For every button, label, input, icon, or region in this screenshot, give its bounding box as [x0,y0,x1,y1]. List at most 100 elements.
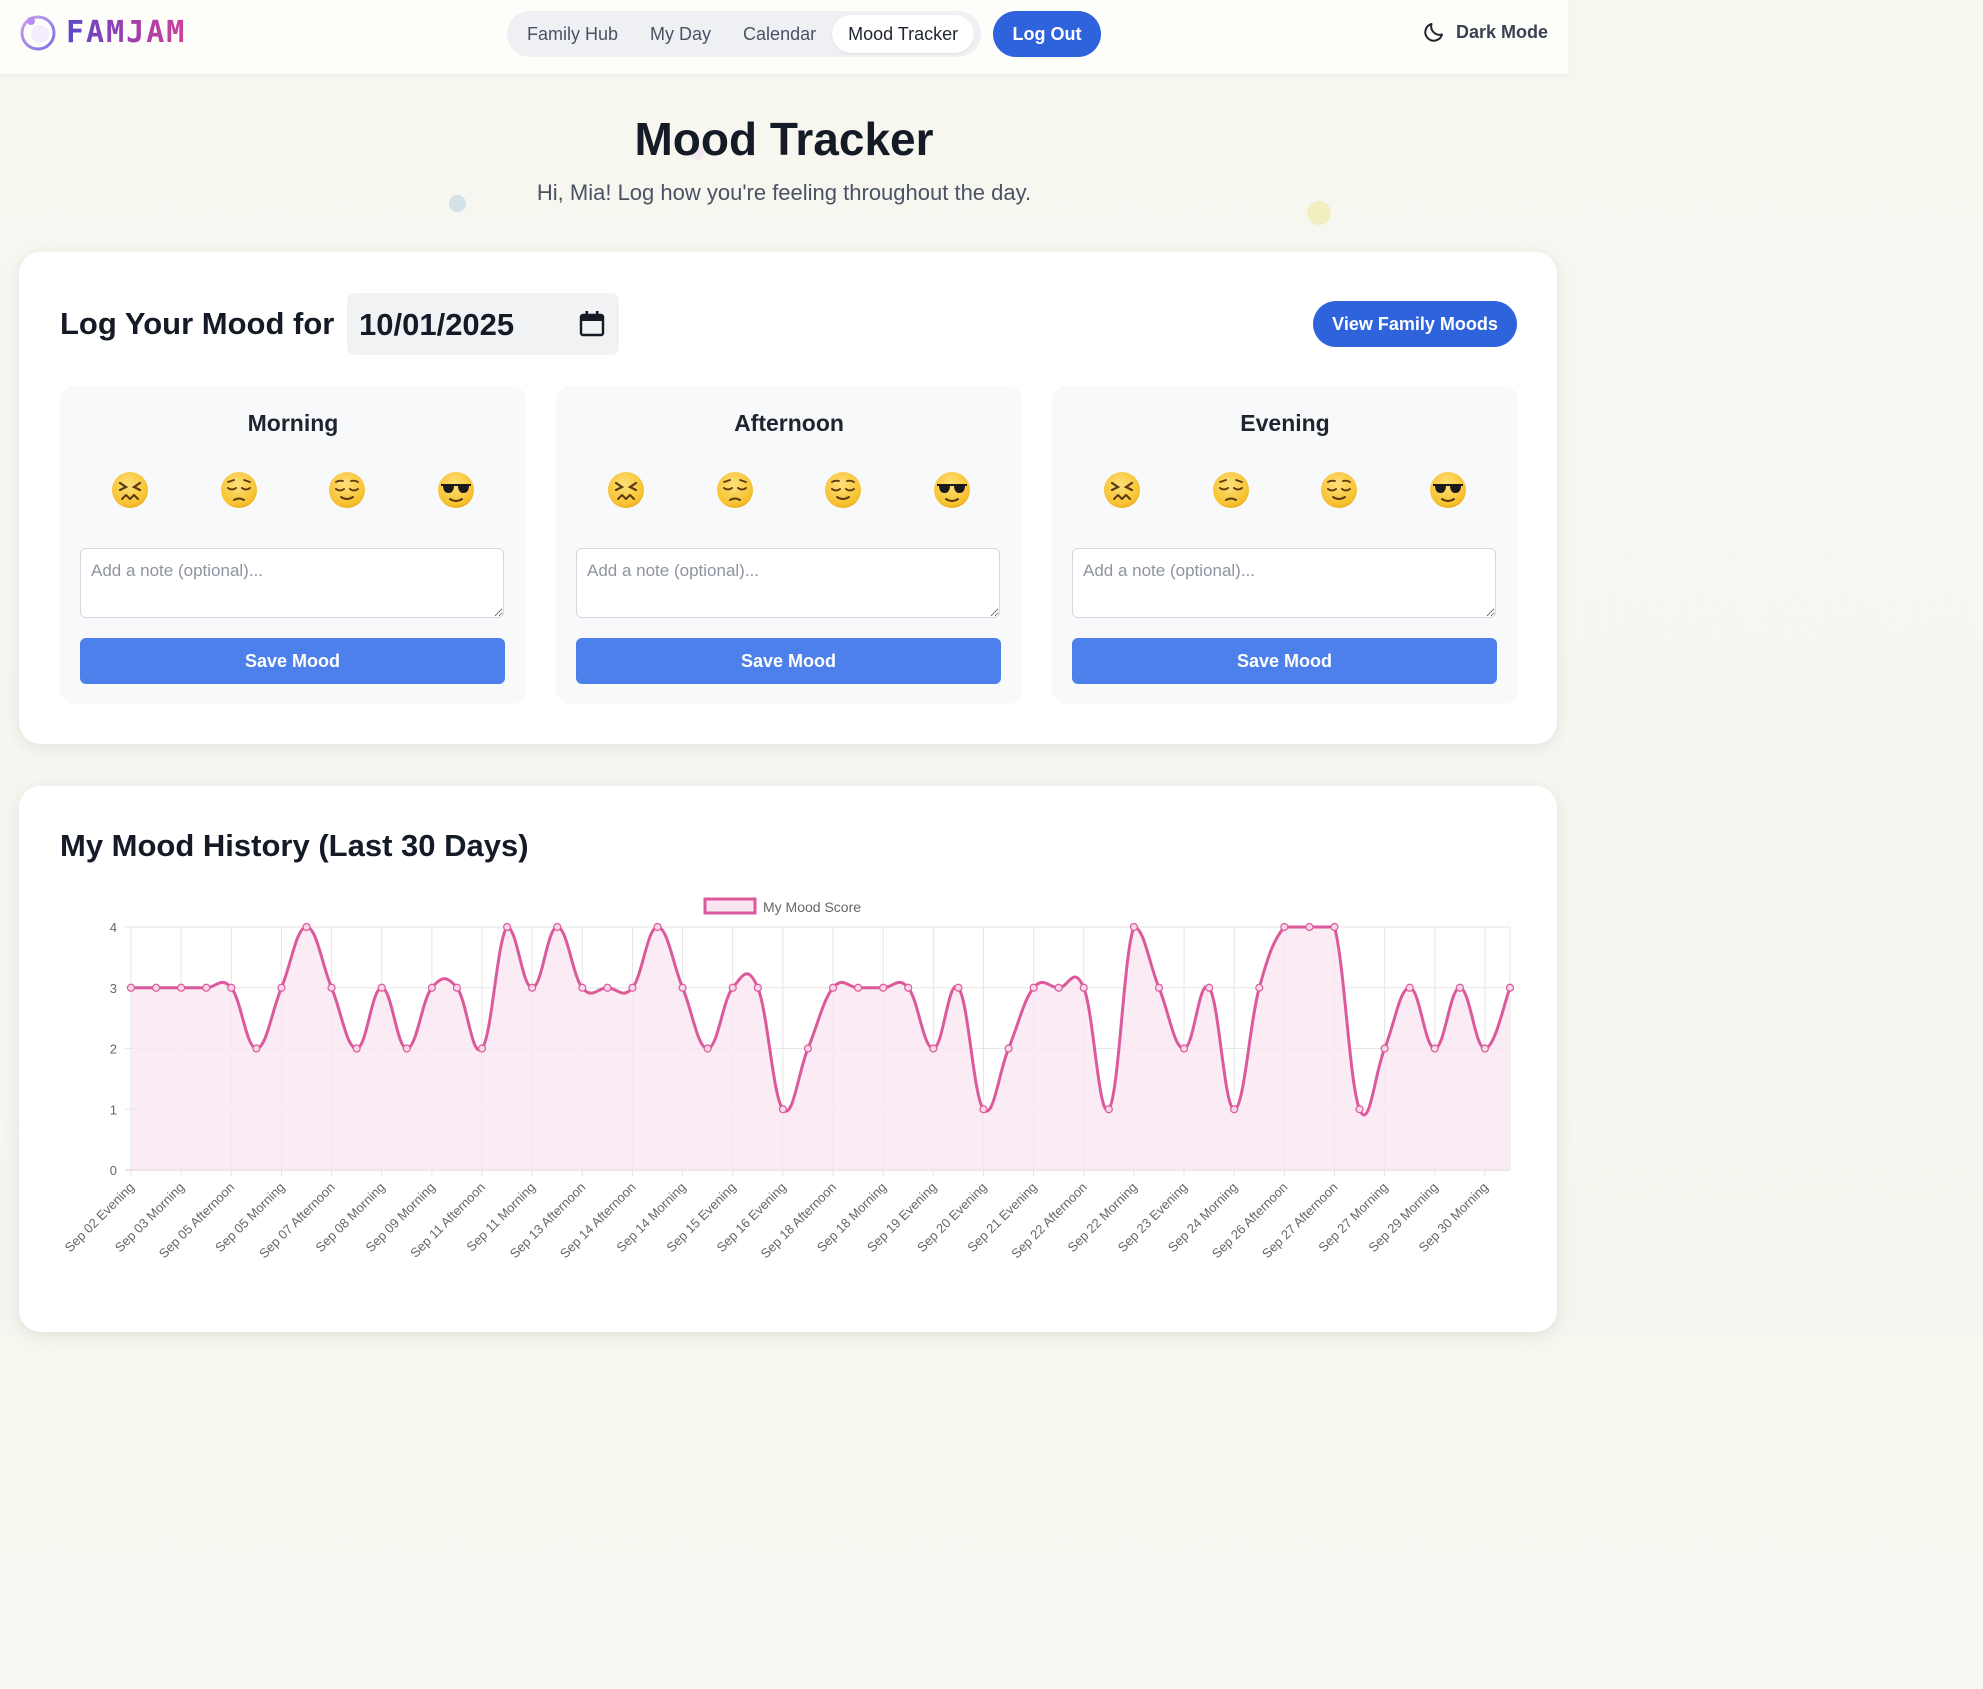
y-tick-label: 0 [110,1163,117,1178]
series-area [131,927,1510,1170]
confounded-face-icon[interactable] [606,470,646,510]
data-point [126,983,136,992]
data-point [502,922,512,932]
data-point [1255,983,1264,992]
data-point [578,983,587,992]
relieved-face-icon[interactable] [1319,470,1359,510]
data-point [728,983,737,992]
pensive-face-icon[interactable] [715,470,755,510]
data-point [227,983,236,992]
view-family-moods-button[interactable]: View Family Moods [1313,301,1517,347]
logo-swirl-icon [20,15,56,51]
data-point [1230,1105,1239,1114]
data-point [277,983,286,992]
mood-history-chart: 01234Sep 02 EveningSep 03 MorningSep 05 … [62,897,1515,1261]
data-point [151,983,161,992]
legend-label: My Mood Score [763,899,861,915]
emoji-row [584,470,994,510]
main-nav: Family Hub My Day Calendar Mood Tracker [507,11,981,57]
data-point [1455,983,1464,992]
data-point [252,1044,261,1053]
data-point [1179,1044,1189,1053]
nav-calendar[interactable]: Calendar [727,15,832,53]
data-point [302,922,311,932]
data-point [1330,922,1339,932]
data-point [1405,983,1414,992]
data-point [778,1105,787,1114]
confounded-face-icon[interactable] [110,470,150,510]
nav-my-day[interactable]: My Day [634,15,727,53]
data-point [628,983,637,992]
y-tick-label: 3 [110,981,117,996]
data-point [427,983,436,992]
page-subtitle: Hi, Mia! Log how you're feeling througho… [536,180,1032,205]
app-logo[interactable]: FAMJAM [18,12,186,52]
mood-note-input[interactable] [576,548,1000,618]
sunglasses-face-icon[interactable] [932,470,972,510]
mood-note-input[interactable] [80,548,504,618]
log-out-button[interactable]: Log Out [993,11,1101,57]
pensive-face-icon[interactable] [1211,470,1251,510]
data-point [477,1044,487,1053]
data-point [879,983,888,992]
mood-history-card: My Mood History (Last 30 Days) 0 1 2 3 4 Sep … [19,786,1557,1332]
data-point [402,1044,411,1053]
data-point [1280,922,1289,932]
emoji-row [1080,470,1490,510]
data-point [904,983,913,992]
data-point [528,983,537,992]
page-title: Mood Tracker [634,113,934,165]
data-point [1205,983,1214,992]
data-point [1079,983,1088,992]
dark-mode-label: Dark Mode [1455,21,1548,42]
save-mood-button[interactable]: Save Mood [1072,638,1497,684]
data-point [1305,922,1314,932]
log-mood-card: Log Your Mood for 10/01/2025 View Family… [19,252,1557,744]
period-title: Morning [247,410,339,436]
top-nav-bar: FAMJAM Family Hub My Day Calendar Mood T… [0,0,1568,75]
mood-note-input[interactable] [1072,548,1496,618]
morning-mood-panel: Morning Save Mood [60,386,526,704]
sunglasses-face-icon[interactable] [436,470,476,510]
period-title: Afternoon [734,410,844,436]
nav-family-hub[interactable]: Family Hub [511,15,634,53]
calendar-icon[interactable] [579,310,605,338]
data-point [603,983,612,992]
save-mood-button[interactable]: Save Mood [576,638,1001,684]
data-point [803,1044,813,1053]
data-point [1430,1044,1439,1053]
data-point [1004,1044,1013,1053]
data-point [854,983,863,992]
data-point [1355,1105,1364,1114]
afternoon-mood-panel: Afternoon Save Mood [556,386,1022,704]
data-point [1480,1044,1490,1053]
data-point [452,983,462,992]
mood-date-input[interactable]: 10/01/2025 [347,293,619,355]
data-point [202,983,211,992]
evening-mood-panel: Evening Save Mood [1052,386,1518,704]
data-point [1129,922,1139,932]
relieved-face-icon[interactable] [327,470,367,510]
data-point [1380,1044,1389,1053]
data-point [1154,983,1164,992]
nav-mood-tracker[interactable]: Mood Tracker [832,15,975,53]
pensive-face-icon[interactable] [219,470,259,510]
data-point [352,1044,361,1053]
data-point [703,1044,712,1053]
data-point [1104,1105,1113,1114]
data-point [653,922,662,932]
period-title: Evening [1240,410,1330,436]
sunglasses-face-icon[interactable] [1428,470,1468,510]
relieved-face-icon[interactable] [823,470,863,510]
data-point [753,983,762,992]
logo-text: FAMJAM [66,14,187,50]
dark-mode-toggle[interactable]: Dark Mode [1422,20,1548,44]
confounded-face-icon[interactable] [1102,470,1142,510]
data-point [929,1044,938,1053]
save-mood-button[interactable]: Save Mood [80,638,505,684]
data-point [678,983,687,992]
y-tick-label: 2 [110,1042,117,1057]
y-tick-label: 1 [110,1102,117,1117]
data-point [1054,983,1063,992]
data-point [979,1105,988,1114]
